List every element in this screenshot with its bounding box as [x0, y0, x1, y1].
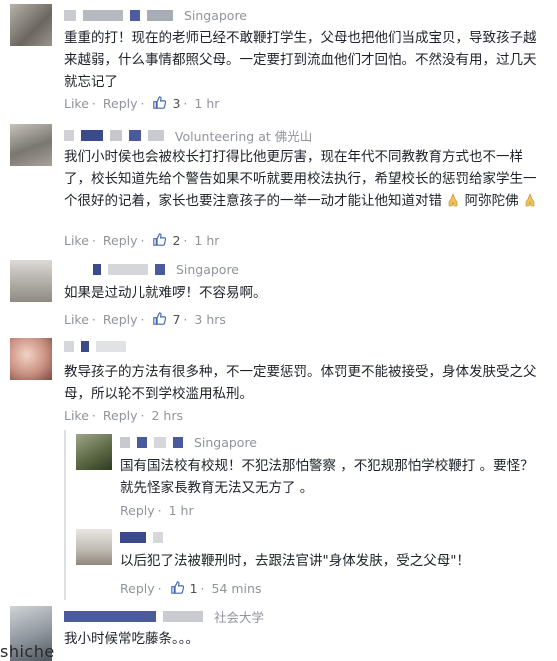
reply-text: 国有国法校有校规！不犯法那怕警察 ，不犯规那怕学校鞭打 。要怪？就先怪家長教育无… [120, 458, 534, 496]
like-count: 3 [172, 96, 181, 111]
redacted-name[interactable] [80, 341, 89, 352]
redacted-name[interactable] [153, 437, 166, 448]
redacted-name[interactable] [162, 611, 203, 622]
comment-actions: Like · Reply · 2 hrs [64, 408, 183, 423]
redacted-name[interactable] [92, 264, 101, 275]
thumbs-up-icon[interactable] [153, 311, 167, 328]
commenter-name-row [120, 529, 166, 549]
redacted-name[interactable] [107, 264, 148, 275]
reply-time: 54 mins [211, 581, 262, 596]
redacted-name[interactable] [147, 130, 164, 141]
comment-actions: Like · Reply · 3 · 1 hr [64, 95, 220, 112]
comment-time: 1 hr [194, 96, 220, 111]
comment-text: 我小时候常吃藤条。。。 [64, 631, 199, 647]
comment-text: 教导孩子的方法有很多种，不一定要惩罚。体罚更不能被接受，身体发肤受之父母，所以轮… [64, 364, 537, 402]
like-count: 2 [172, 233, 181, 248]
redacted-name[interactable] [129, 10, 140, 21]
comment-text-tail: 阿弥陀佛 [464, 193, 519, 209]
watermark: shiche [0, 642, 55, 661]
thumbs-up-icon[interactable] [170, 580, 184, 597]
comment-actions: Like · Reply · 7 · 3 hrs [64, 311, 226, 328]
commenter-name-row: Singapore [120, 434, 257, 454]
redacted-name[interactable] [64, 264, 86, 275]
like-count: 7 [172, 312, 181, 327]
redacted-name[interactable] [172, 437, 183, 448]
redacted-name[interactable] [128, 130, 141, 141]
redacted-name[interactable] [82, 10, 123, 21]
like-count: 1 [189, 581, 198, 596]
avatar[interactable] [10, 338, 52, 380]
comment-time: 3 hrs [194, 312, 226, 327]
avatar[interactable] [76, 529, 112, 565]
like-link[interactable]: Like [64, 408, 89, 423]
redacted-name[interactable] [154, 264, 165, 275]
redacted-name[interactable] [64, 611, 156, 622]
reply-actions: Reply · 1 hr [120, 503, 194, 518]
thumbs-up-icon[interactable] [153, 232, 167, 249]
redacted-name[interactable] [152, 532, 163, 543]
redacted-name[interactable] [95, 341, 126, 352]
reply-link[interactable]: Reply [103, 233, 138, 248]
redacted-name[interactable] [64, 10, 76, 21]
commenter-location: Singapore [175, 262, 239, 277]
commenter-location: Singapore [193, 435, 257, 450]
redacted-name[interactable] [136, 437, 147, 448]
like-link[interactable]: Like [64, 96, 89, 111]
avatar[interactable] [10, 260, 52, 302]
like-link[interactable]: Like [64, 233, 89, 248]
avatar[interactable] [10, 4, 52, 46]
redacted-name[interactable] [80, 130, 103, 141]
commenter-name-row: Singapore [64, 7, 247, 27]
avatar[interactable] [76, 434, 112, 470]
commenter-location: 社会大学 [213, 610, 264, 625]
reply-actions: Reply · 1 · 54 mins [120, 580, 262, 597]
redacted-name[interactable] [64, 341, 74, 352]
avatar[interactable] [10, 124, 52, 166]
comment-time: 1 hr [194, 233, 220, 248]
praying-hands-icon [446, 192, 460, 207]
comment-text: 如果是过动儿就难啰！不容易啊。 [64, 285, 267, 301]
commenter-location: Singapore [183, 8, 247, 23]
reply-link[interactable]: Reply [103, 96, 138, 111]
commenter-name-row: 社会大学 [64, 607, 264, 627]
comment-text: 我们小时侯也会被校长打打得比他更厉害，现在年代不同教教育方式也不一样了，校长知道… [64, 146, 547, 212]
comment-text: 重重的打！现在的老师已经不敢鞭打学生，父母也把他们当成宝贝，导致孩子越来越弱，什… [64, 30, 537, 90]
commenter-location: Volunteering at 佛光山 [174, 129, 313, 144]
reply-link[interactable]: Reply [103, 312, 138, 327]
redacted-name[interactable] [120, 437, 130, 448]
reply-link[interactable]: Reply [103, 408, 138, 423]
reply-thread: Singapore 国有国法校有校规！不犯法那怕警察 ，不犯规那怕学校鞭打 。要… [64, 430, 557, 600]
redacted-name[interactable] [109, 130, 122, 141]
reply-time: 1 hr [168, 503, 194, 518]
commenter-name-row: Singapore [64, 261, 239, 281]
comment-actions: Like · Reply · 2 · 1 hr [64, 232, 220, 249]
reply-link[interactable]: Reply [120, 581, 155, 596]
like-link[interactable]: Like [64, 312, 89, 327]
comment-time: 2 hrs [151, 408, 183, 423]
redacted-name[interactable] [64, 130, 74, 141]
praying-hands-icon [523, 192, 537, 207]
commenter-name-row [64, 338, 129, 358]
commenter-name-row: Volunteering at 佛光山 [64, 126, 312, 146]
redacted-name[interactable] [120, 532, 146, 543]
reply-text: 以后犯了法被鞭刑时，去跟法官讲"身体发肤，受之父母"！ [120, 553, 470, 569]
redacted-name[interactable] [146, 10, 173, 21]
thumbs-up-icon[interactable] [153, 95, 167, 112]
reply-link[interactable]: Reply [120, 503, 155, 518]
